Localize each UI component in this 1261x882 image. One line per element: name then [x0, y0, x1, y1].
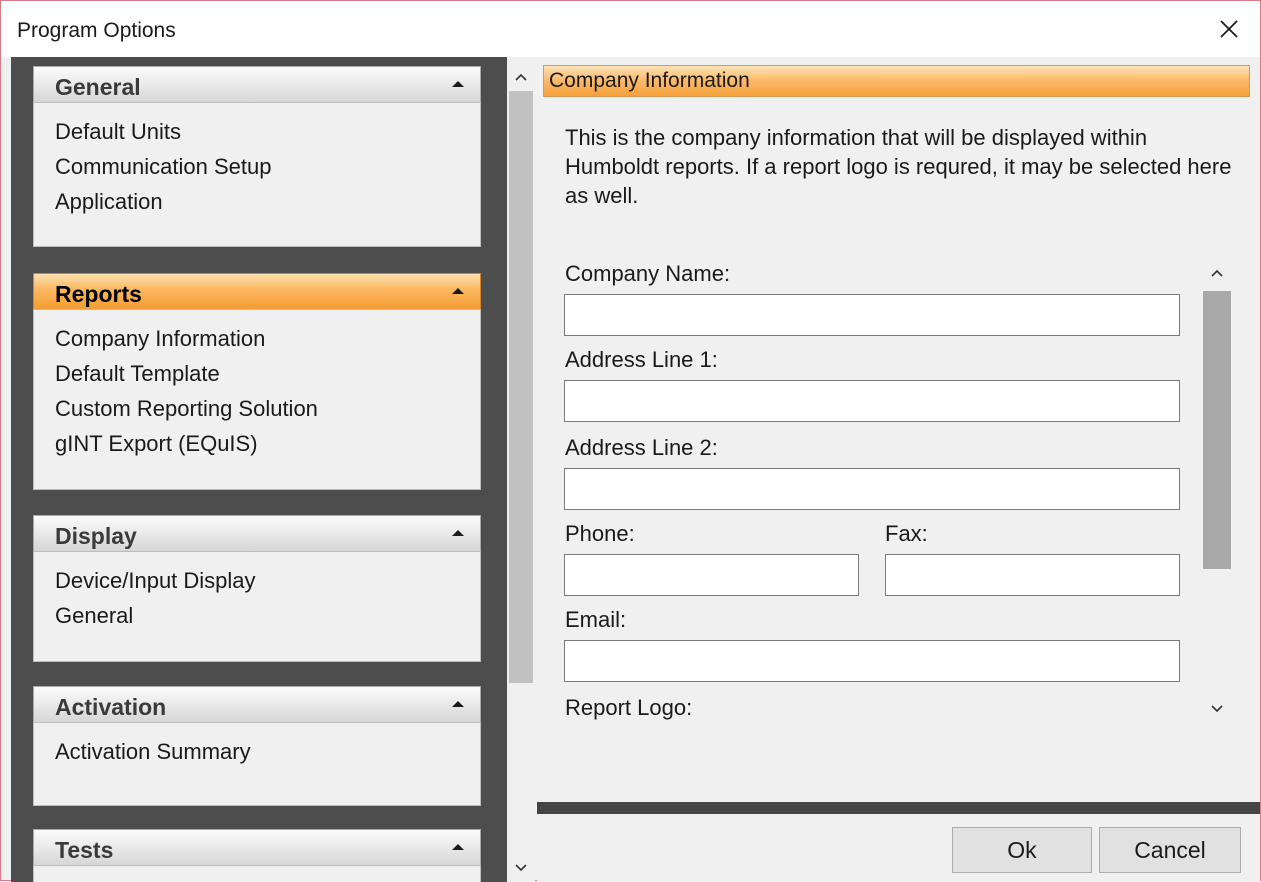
fax-label: Fax: — [885, 521, 928, 546]
address-line-2-input[interactable] — [564, 468, 1180, 510]
phone-label: Phone: — [565, 521, 635, 546]
collapse-arrow-icon[interactable] — [452, 288, 464, 294]
nav-group-label: General — [55, 74, 141, 100]
content-panel: Company Information This is the company … — [537, 57, 1260, 882]
footer-divider — [537, 802, 1260, 814]
nav-item-display-general[interactable]: General — [55, 598, 480, 633]
section-header: Company Information — [543, 65, 1250, 97]
nav-group-activation: Activation Activation Summary — [33, 686, 481, 806]
nav-group-header-reports[interactable]: Reports — [33, 273, 481, 309]
section-title: Company Information — [549, 69, 750, 92]
nav-group-body: Activation Summary — [33, 722, 481, 806]
program-options-window: Program Options General Default Units Co… — [0, 0, 1261, 882]
close-button[interactable] — [1198, 1, 1260, 57]
address-line-1-input[interactable] — [564, 380, 1180, 422]
form-scroll-down-button[interactable] — [1203, 695, 1231, 723]
collapse-arrow-icon[interactable] — [452, 701, 464, 707]
title-bar: Program Options — [1, 1, 1260, 57]
phone-input[interactable] — [564, 554, 859, 596]
nav-scrollbar[interactable] — [507, 57, 535, 882]
email-input[interactable] — [564, 640, 1180, 682]
section-description: This is the company information that wil… — [565, 125, 1232, 208]
options-navigation-pane: General Default Units Communication Setu… — [11, 57, 507, 882]
address-line-2-label: Address Line 2: — [565, 435, 718, 460]
nav-item-custom-reporting-solution[interactable]: Custom Reporting Solution — [55, 391, 480, 426]
fax-input[interactable] — [885, 554, 1180, 596]
nav-group-label: Display — [55, 523, 137, 549]
nav-group-label: Tests — [55, 837, 114, 863]
company-name-label: Company Name: — [565, 261, 731, 286]
nav-group-reports: Reports Company Information Default Temp… — [33, 273, 481, 490]
close-icon — [1220, 20, 1238, 38]
collapse-arrow-icon[interactable] — [452, 844, 464, 850]
cancel-button[interactable]: Cancel — [1099, 827, 1241, 873]
scroll-down-button[interactable] — [507, 854, 535, 882]
form-scrollbar[interactable] — [1199, 257, 1235, 723]
nav-item-gint-export[interactable]: gINT Export (EQuIS) — [55, 426, 480, 461]
nav-group-tests: Tests — [33, 829, 481, 882]
chevron-up-icon — [1211, 269, 1223, 277]
email-label: Email: — [565, 607, 627, 632]
nav-item-company-information[interactable]: Company Information — [55, 321, 480, 356]
form-scroll-thumb[interactable] — [1203, 291, 1231, 569]
nav-item-communication-setup[interactable]: Communication Setup — [55, 149, 480, 184]
collapse-arrow-icon[interactable] — [452, 81, 464, 87]
nav-group-body: Device/Input Display General — [33, 551, 481, 662]
company-name-input[interactable] — [564, 294, 1180, 336]
nav-item-activation-summary[interactable]: Activation Summary — [55, 734, 480, 769]
report-logo-label: Report Logo: — [565, 695, 693, 720]
form-scroll-up-button[interactable] — [1203, 259, 1231, 287]
nav-group-header-activation[interactable]: Activation — [33, 686, 481, 722]
chevron-up-icon — [515, 73, 527, 81]
company-info-form: Company Name: Address Line 1: Address Li… — [537, 257, 1237, 727]
nav-item-application[interactable]: Application — [55, 184, 480, 219]
address-line-1-label: Address Line 1: — [565, 347, 718, 372]
nav-group-label: Reports — [55, 281, 142, 307]
nav-group-header-display[interactable]: Display — [33, 515, 481, 551]
collapse-arrow-icon[interactable] — [452, 530, 464, 536]
nav-group-display: Display Device/Input Display General — [33, 515, 481, 662]
nav-item-default-template[interactable]: Default Template — [55, 356, 480, 391]
nav-item-device-input-display[interactable]: Device/Input Display — [55, 563, 480, 598]
scroll-thumb[interactable] — [509, 91, 533, 683]
nav-item-default-units[interactable]: Default Units — [55, 114, 480, 149]
nav-group-header-tests[interactable]: Tests — [33, 829, 481, 865]
ok-button[interactable]: Ok — [952, 827, 1092, 873]
nav-group-general: General Default Units Communication Setu… — [33, 66, 481, 247]
nav-group-header-general[interactable]: General — [33, 66, 481, 102]
chevron-down-icon — [515, 864, 527, 872]
nav-group-body: Company Information Default Template Cus… — [33, 309, 481, 490]
window-title: Program Options — [17, 19, 176, 42]
nav-group-body — [33, 865, 481, 882]
nav-group-body: Default Units Communication Setup Applic… — [33, 102, 481, 247]
chevron-down-icon — [1211, 705, 1223, 713]
scroll-up-button[interactable] — [507, 63, 535, 91]
nav-group-label: Activation — [55, 694, 167, 720]
